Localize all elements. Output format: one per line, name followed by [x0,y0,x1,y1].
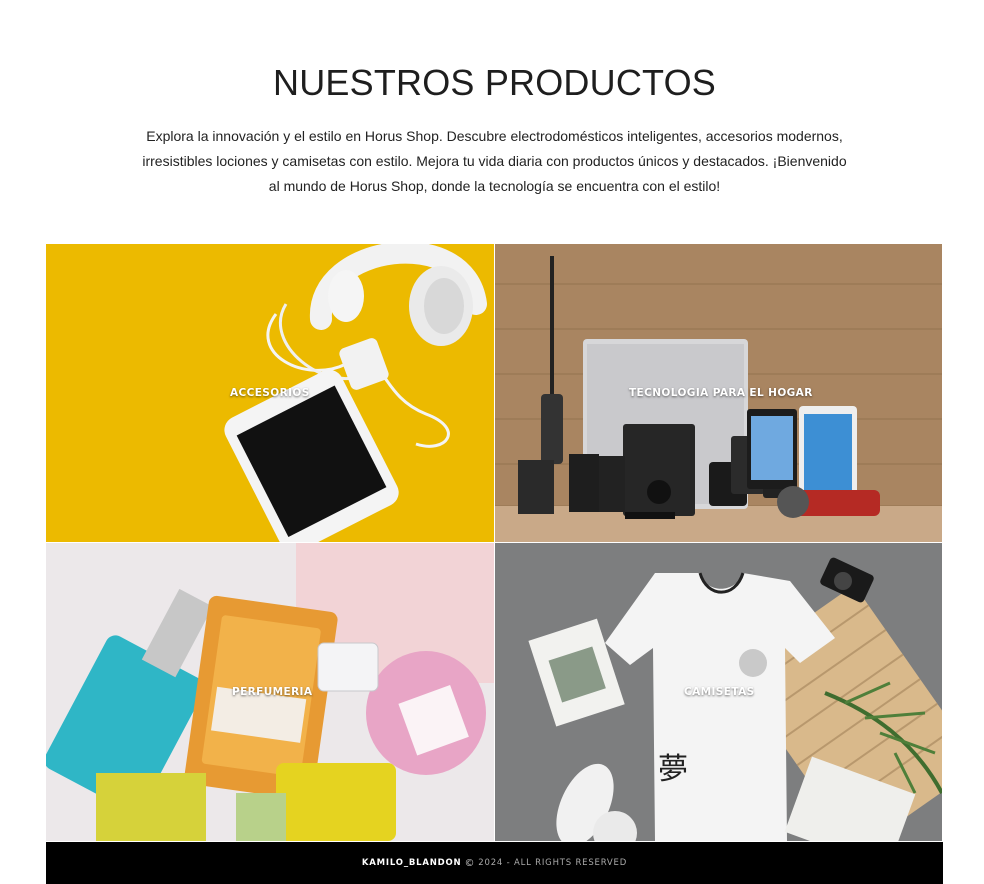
footer-rights: 2024 - ALL RIGHTS RESERVED [478,858,628,868]
category-tile-accesorios[interactable]: ACCESORIOS [46,244,494,542]
category-grid: ACCESORIOS TECNOLOGIA PARA EL HOGAR PERF… [46,244,942,841]
page-title: NUESTROS PRODUCTOS [273,62,716,103]
category-label: CAMISETAS [684,686,755,698]
category-tile-perfumeria[interactable]: PERFUMERIA [46,543,494,841]
category-label: ACCESORIOS [230,387,310,399]
footer-author-link[interactable]: KAMILO_BLANDON [362,858,462,868]
copyright-icon: © [464,857,476,869]
category-tile-camisetas[interactable]: 夢 CAMISETAS [495,543,942,841]
category-label: TECNOLOGIA PARA EL HOGAR [629,387,813,399]
category-label: PERFUMERIA [232,686,313,698]
footer: KAMILO_BLANDON © 2024 - ALL RIGHTS RESER… [46,842,943,884]
section-intro: Explora la innovación y el estilo en Hor… [142,128,847,194]
category-tile-tecnologia-hogar[interactable]: TECNOLOGIA PARA EL HOGAR [495,244,942,542]
